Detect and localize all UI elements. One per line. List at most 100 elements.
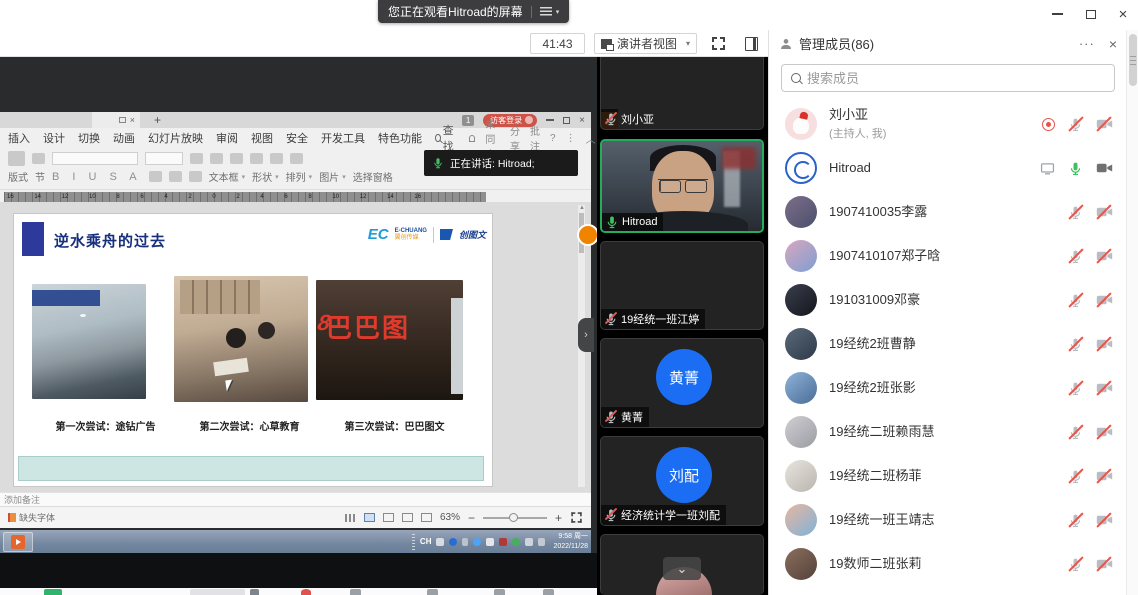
number-list-icon[interactable] [250,153,263,164]
help-tray-icon[interactable] [449,538,457,546]
member-row[interactable]: 19经统二班杨菲 [769,454,1127,498]
banner-menu-caret-icon[interactable]: ▾ [556,8,560,16]
fit-slide-icon[interactable] [571,512,581,522]
security-tray-icon[interactable] [499,538,507,546]
camera-muted-icon[interactable] [1096,117,1113,131]
panel-scrollbar-thumb[interactable] [1129,34,1137,86]
help-button[interactable]: ? [550,133,556,144]
slide[interactable]: 逆水乘舟的过去 EC E-CHUANG 翼创传媒 创图文 [14,214,492,486]
slideshow-icon[interactable] [421,513,432,522]
camera-muted-icon[interactable] [1096,557,1113,571]
wps-floating-assistant-badge[interactable] [577,224,597,246]
keyboard-tray-icon[interactable] [436,538,444,546]
camera-muted-icon[interactable] [1096,249,1113,263]
reading-view-icon[interactable] [402,513,413,522]
slide-sorter-icon[interactable] [383,513,394,522]
shapes-button[interactable]: 形状 [252,169,272,184]
new-tab-button[interactable]: + [154,113,161,127]
video-tile-liupei[interactable]: 刘配 经济统计学一班刘配 [600,436,764,526]
member-search-box[interactable] [781,64,1115,92]
grow-font-icon[interactable] [190,153,203,164]
kebab-menu-icon[interactable]: ⋮ [566,133,576,144]
font-family-select[interactable] [52,152,138,165]
member-row[interactable]: 19数师二班张莉 [769,542,1127,586]
mic-on-icon[interactable] [1068,161,1083,176]
video-tile-huangjing[interactable]: 黄菁 黄菁 [600,338,764,428]
video-tile-hitroad-active-speaker[interactable]: Hitroad [600,139,764,233]
section-button[interactable]: 节 [35,169,45,184]
layout-button[interactable]: 版式 [8,169,28,184]
paste-icon[interactable] [8,151,25,166]
normal-view-icon[interactable] [364,513,375,522]
zoom-level[interactable]: 63% [440,512,460,523]
camera-muted-icon[interactable] [1096,513,1113,527]
banner-menu-icon[interactable] [540,7,552,16]
arrange-button[interactable]: 排列 [286,169,306,184]
camera-muted-icon[interactable] [1096,293,1113,307]
menu-tab-review[interactable]: 审阅 [216,130,238,146]
member-row[interactable]: 191031009邓豪 [769,278,1127,322]
mic-muted-icon[interactable] [1068,117,1083,132]
indent-icon[interactable] [270,153,283,164]
wps-document-tab[interactable]: × [92,112,140,128]
network-tray-icon[interactable] [473,538,481,546]
member-row-hitroad[interactable]: Hitroad [769,146,1127,190]
notes-toggle-icon[interactable] [345,514,356,522]
mic-muted-icon[interactable] [1068,205,1083,220]
video-tile-jiangting[interactable]: 19经统一班江婷 [600,241,764,330]
panel-scrollbar[interactable] [1126,30,1138,595]
mic-muted-icon[interactable] [1068,337,1083,352]
tray-overflow-icon[interactable] [538,538,545,546]
menu-tab-animation[interactable]: 动画 [113,130,135,146]
antivirus-tray-icon[interactable] [512,538,520,546]
member-row[interactable]: 1907410035李露 [769,190,1127,234]
ime-indicator[interactable]: CH [420,537,432,546]
member-row[interactable]: 19经统一班王靖志 [769,498,1127,542]
member-row[interactable]: 1907410107郑子晗 [769,234,1127,278]
camera-muted-icon[interactable] [1096,469,1113,483]
menu-tab-insert[interactable]: 插入 [8,130,30,146]
menu-tab-security[interactable]: 安全 [286,130,308,146]
zoom-slider[interactable] [483,517,547,519]
mic-muted-icon[interactable] [1068,293,1083,308]
collapse-ribbon-icon[interactable]: ︿ [586,131,596,146]
mic-muted-icon[interactable] [1068,513,1083,528]
align-center-icon[interactable] [189,171,202,182]
align-left-icon[interactable] [169,171,182,182]
menu-tab-slideshow[interactable]: 幻灯片放映 [148,130,203,146]
highlight-icon[interactable] [149,171,162,182]
camera-muted-icon[interactable] [1096,205,1113,219]
menu-tab-devtools[interactable]: 开发工具 [321,130,365,146]
zoom-slider-knob[interactable] [509,513,518,522]
panel-more-button[interactable]: ··· [1079,36,1095,51]
shrink-font-icon[interactable] [210,153,223,164]
menu-tab-features[interactable]: 特色功能 [378,130,422,146]
taskbar-wps-app-button[interactable] [3,532,33,552]
preview-icon[interactable] [32,153,45,164]
picture-button[interactable]: 图片 [319,169,339,184]
line-spacing-icon[interactable] [290,153,303,164]
member-row[interactable]: 19经统二班赖雨慧 [769,410,1127,454]
volume-tray-icon[interactable] [486,538,494,546]
camera-on-icon[interactable] [1096,161,1113,175]
selection-pane-button[interactable]: 选择窗格 [353,169,393,184]
zoom-out-button[interactable]: − [468,511,475,525]
member-row[interactable]: 19经统2班张影 [769,366,1127,410]
camera-muted-icon[interactable] [1096,425,1113,439]
maximize-button[interactable] [1080,4,1102,24]
panel-close-button[interactable]: × [1109,36,1117,52]
mic-muted-icon[interactable] [1068,557,1083,572]
font-format-buttons[interactable]: B I U S A [52,171,142,183]
scroll-up-icon[interactable]: ▲ [579,205,585,211]
textbox-button[interactable]: 文本框 [209,169,239,184]
member-row-liuxiaoya[interactable]: 刘小亚 (主持人, 我) [769,102,1127,146]
menu-tab-view[interactable]: 视图 [251,130,273,146]
menu-tab-design[interactable]: 设计 [43,130,65,146]
mic-muted-icon[interactable] [1068,469,1083,484]
camera-muted-icon[interactable] [1096,337,1113,351]
video-tile-liuxiaoya[interactable]: 刘小亚 [600,57,764,130]
bullet-list-icon[interactable] [230,153,243,164]
camera-muted-icon[interactable] [1096,381,1113,395]
view-mode-button[interactable]: 演讲者视图 ▾ [594,33,697,54]
strip-collapse-handle[interactable]: › [578,318,594,352]
